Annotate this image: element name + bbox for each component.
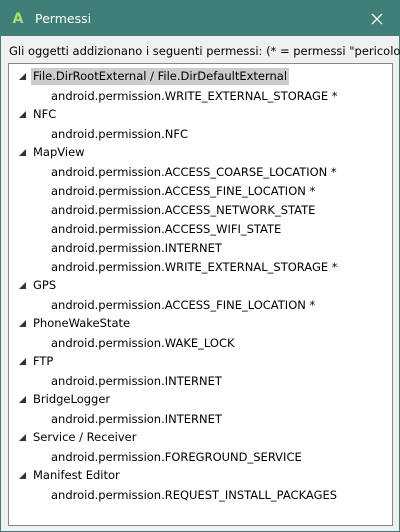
permission-label: android.permission.ACCESS_FINE_LOCATION …: [51, 184, 316, 198]
tree-child-item[interactable]: android.permission.ACCESS_NETWORK_STATE: [9, 200, 392, 219]
permission-label: android.permission.REQUEST_INSTALL_PACKA…: [51, 488, 338, 502]
tree-node[interactable]: Manifest Editor: [9, 466, 392, 485]
tree-node-label[interactable]: MapView: [31, 144, 87, 161]
tree-node-label[interactable]: FTP: [31, 353, 55, 370]
tree-child-item[interactable]: android.permission.INTERNET: [9, 409, 392, 428]
tree-child-item[interactable]: android.permission.ACCESS_COARSE_LOCATIO…: [9, 162, 392, 181]
permission-label: android.permission.WRITE_EXTERNAL_STORAG…: [51, 260, 338, 274]
close-icon: [371, 13, 383, 24]
permission-label: android.permission.INTERNET: [51, 412, 222, 426]
tree-child-item[interactable]: android.permission.NFC: [9, 124, 392, 143]
tree-node[interactable]: NFC: [9, 105, 392, 124]
permission-label: android.permission.ACCESS_WIFI_STATE: [51, 222, 282, 236]
tree-child-item[interactable]: android.permission.WRITE_EXTERNAL_STORAG…: [9, 257, 392, 276]
permission-label: android.permission.ACCESS_NETWORK_STATE: [51, 203, 316, 217]
tree-child-item[interactable]: android.permission.INTERNET: [9, 238, 392, 257]
tree-child-item[interactable]: android.permission.REQUEST_INSTALL_PACKA…: [9, 485, 392, 504]
title-bar[interactable]: A Permessi: [1, 1, 399, 36]
tree-node[interactable]: File.DirRootExternal / File.DirDefaultEx…: [9, 67, 392, 86]
tree-node-label[interactable]: BridgeLogger: [31, 391, 112, 408]
permission-label: android.permission.ACCESS_FINE_LOCATION …: [51, 298, 316, 312]
tree-node[interactable]: PhoneWakeState: [9, 314, 392, 333]
permissions-dialog: A Permessi Gli oggetti addizionano i seg…: [0, 0, 400, 532]
tree-node[interactable]: BridgeLogger: [9, 390, 392, 409]
tree-node[interactable]: GPS: [9, 276, 392, 295]
tree-node[interactable]: FTP: [9, 352, 392, 371]
tree-child-item[interactable]: android.permission.FOREGROUND_SERVICE: [9, 447, 392, 466]
permission-label: android.permission.WRITE_EXTERNAL_STORAG…: [51, 89, 338, 103]
permission-label: android.permission.NFC: [51, 127, 189, 141]
permissions-tree[interactable]: File.DirRootExternal / File.DirDefaultEx…: [8, 63, 393, 526]
tree-node-label[interactable]: Manifest Editor: [31, 467, 122, 484]
close-button[interactable]: [355, 1, 399, 36]
tree-node-label[interactable]: GPS: [31, 277, 58, 294]
tree-node[interactable]: MapView: [9, 143, 392, 162]
permission-label: android.permission.FOREGROUND_SERVICE: [51, 450, 302, 464]
permission-label: android.permission.ACCESS_COARSE_LOCATIO…: [51, 165, 337, 179]
tree-node-label[interactable]: Service / Receiver: [31, 429, 138, 446]
permission-label: android.permission.WAKE_LOCK: [51, 336, 235, 350]
tree-node-label[interactable]: PhoneWakeState: [31, 315, 132, 332]
tree-child-item[interactable]: android.permission.ACCESS_WIFI_STATE: [9, 219, 392, 238]
tree-node-label[interactable]: File.DirRootExternal / File.DirDefaultEx…: [31, 68, 290, 85]
tree-child-item[interactable]: android.permission.ACCESS_FINE_LOCATION …: [9, 181, 392, 200]
description-text: Gli oggetti addizionano i seguenti perme…: [9, 44, 400, 58]
permission-label: android.permission.INTERNET: [51, 241, 222, 255]
tree-node[interactable]: Service / Receiver: [9, 428, 392, 447]
app-logo-icon: A: [12, 10, 24, 27]
tree-child-item[interactable]: android.permission.INTERNET: [9, 371, 392, 390]
tree-child-item[interactable]: android.permission.WRITE_EXTERNAL_STORAG…: [9, 86, 392, 105]
permission-label: android.permission.INTERNET: [51, 374, 222, 388]
tree-child-item[interactable]: android.permission.ACCESS_FINE_LOCATION …: [9, 295, 392, 314]
tree-child-item[interactable]: android.permission.WAKE_LOCK: [9, 333, 392, 352]
window-title: Permessi: [35, 11, 92, 26]
tree-node-label[interactable]: NFC: [31, 106, 58, 123]
